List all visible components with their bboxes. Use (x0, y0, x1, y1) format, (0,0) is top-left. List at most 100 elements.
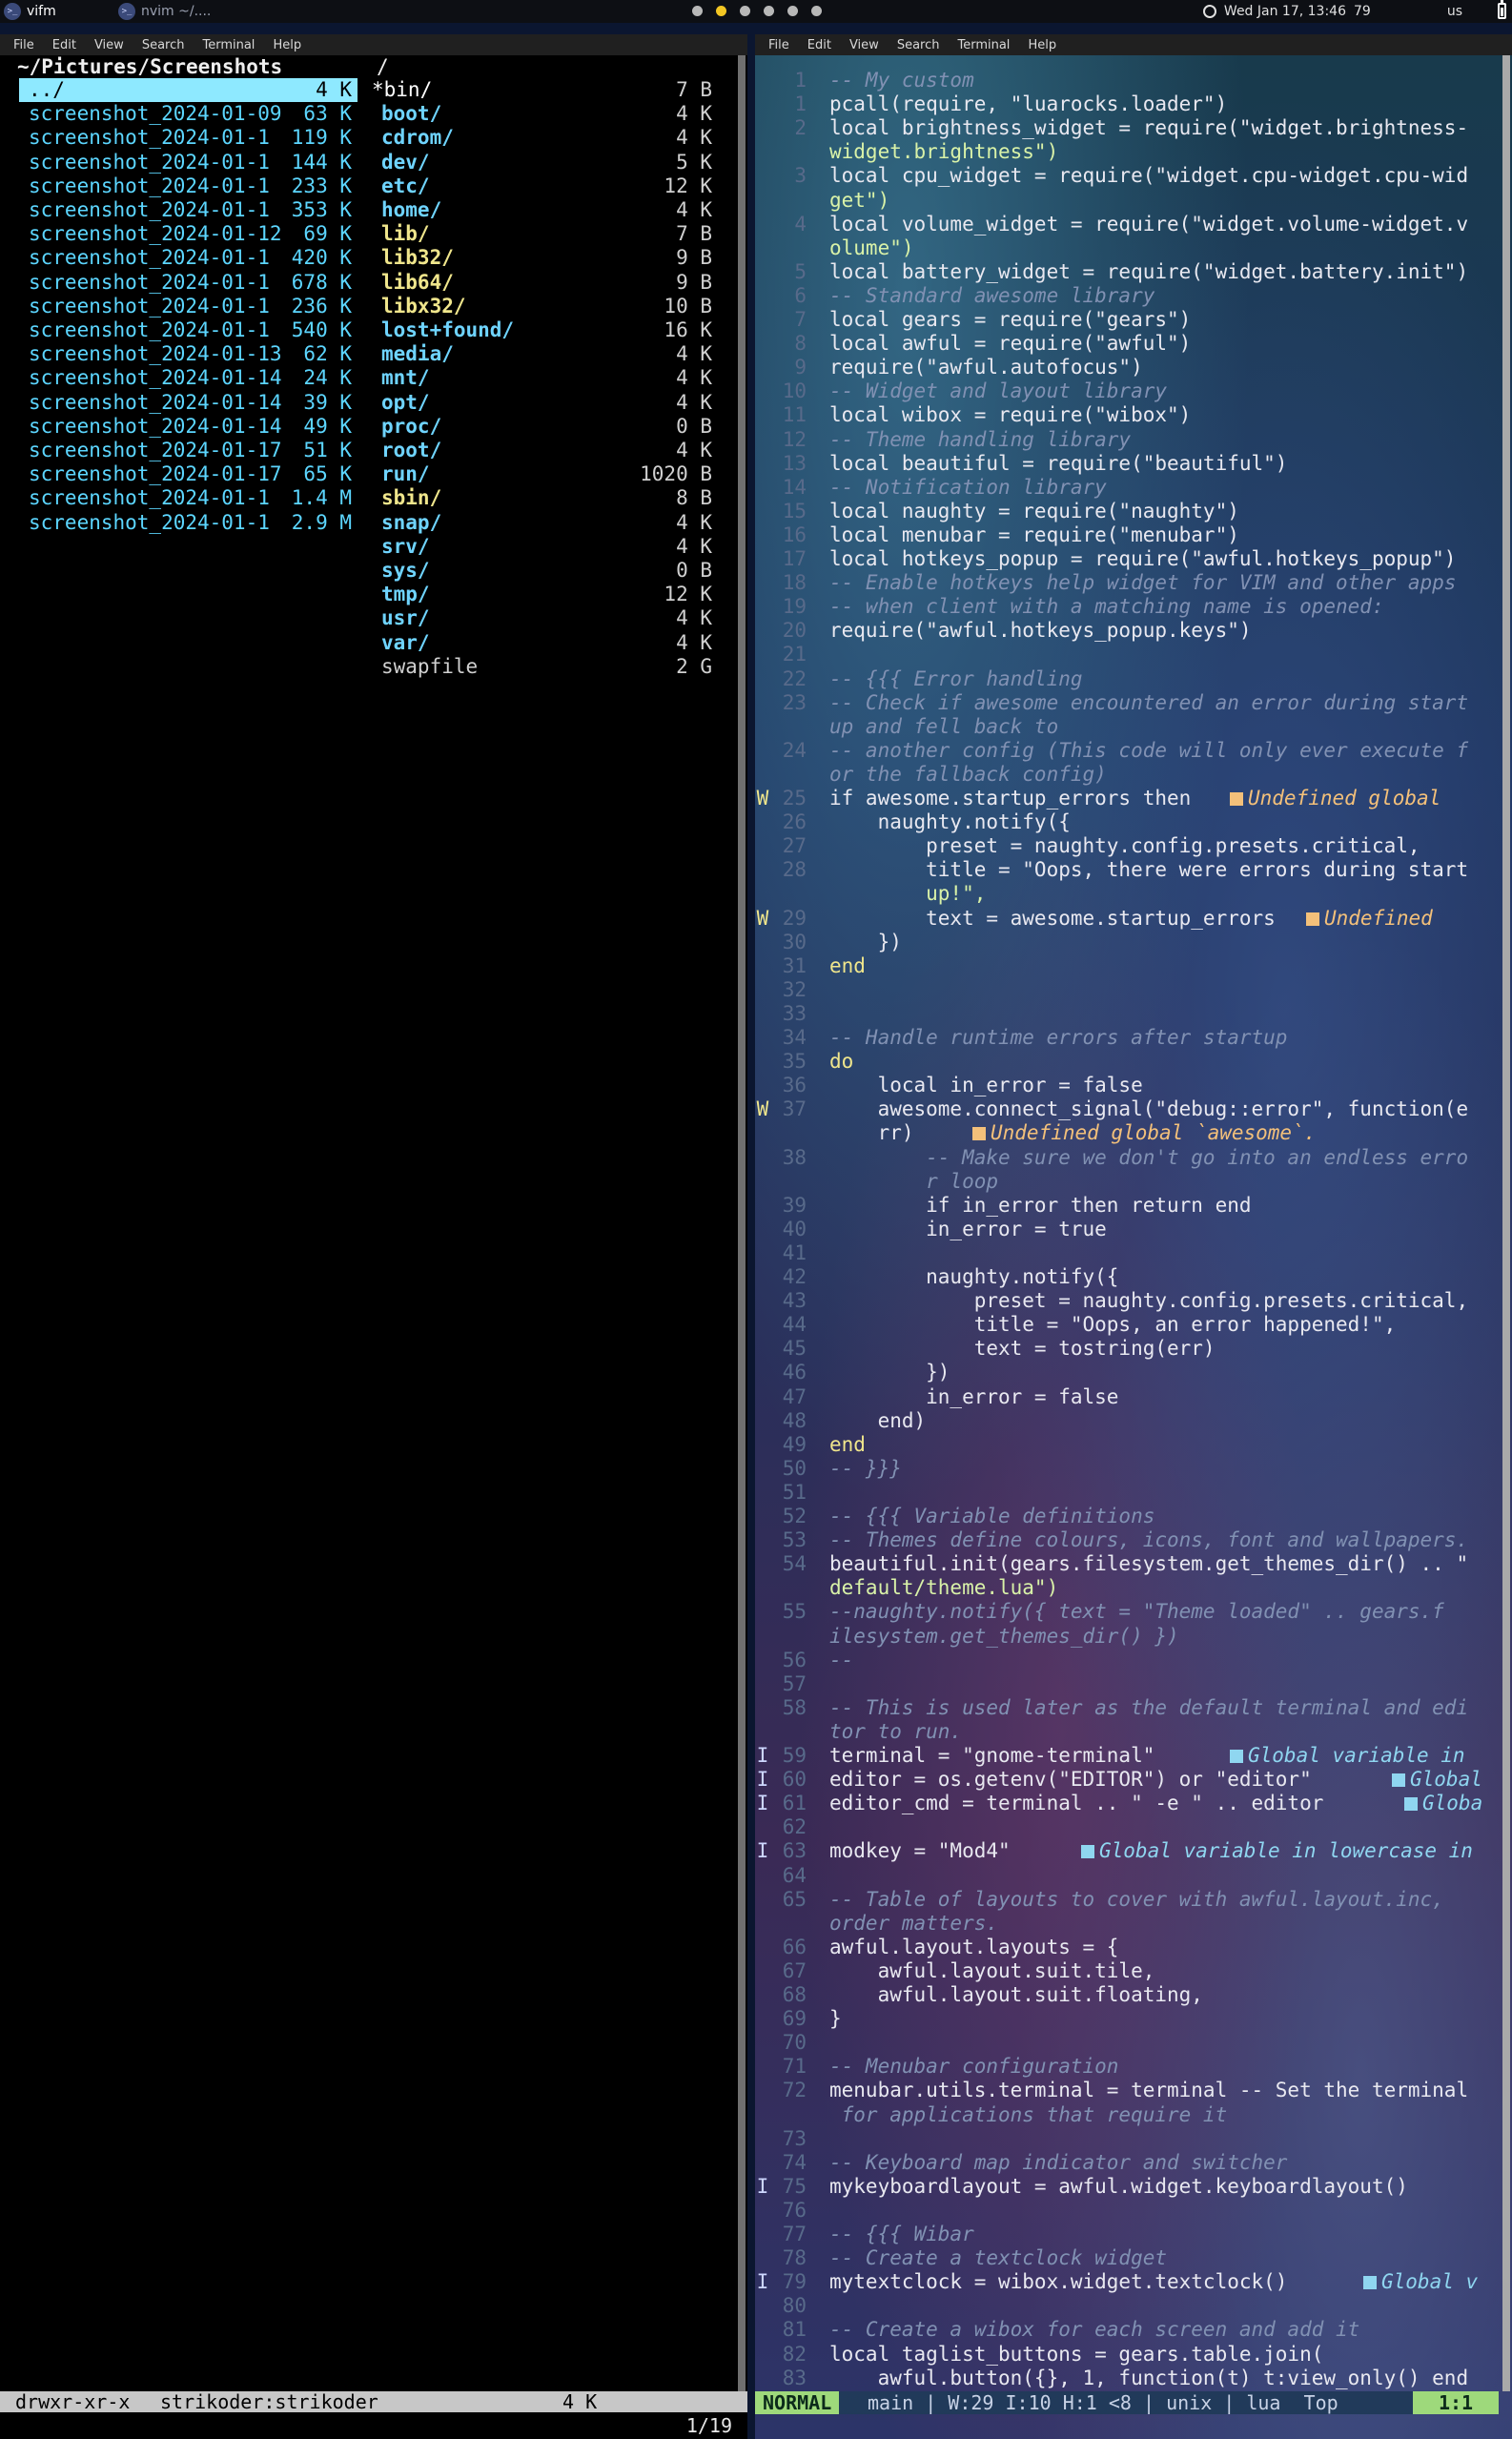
code-line[interactable]: 83 awful.button({}, 1, function(t) t:vie… (755, 2367, 1499, 2390)
code-line[interactable]: 31 end (755, 954, 1499, 978)
code-line[interactable]: 62 (755, 1815, 1499, 1839)
file-row[interactable]: screenshot_2024-01-1 2.9 M (19, 511, 358, 535)
file-row[interactable]: screenshot_2024-01-12 69 K (19, 222, 358, 246)
code-line[interactable]: 28 title = "Oops, there were errors duri… (755, 858, 1499, 882)
file-row[interactable]: screenshot_2024-01-1 540 K (19, 318, 358, 342)
code-line[interactable]: I 79 mytextclock = wibox.widget.textclock(… (755, 2270, 1499, 2294)
code-line[interactable]: I 75 mykeyboardlayout = awful.widget.keybo… (755, 2175, 1499, 2199)
file-row[interactable]: sbin/8 B (372, 486, 718, 510)
tag-5[interactable] (787, 6, 798, 16)
file-row[interactable]: var/4 K (372, 631, 718, 655)
code-line[interactable]: 33 (755, 1002, 1499, 1026)
code-line[interactable]: 1 -- My custom (755, 69, 1499, 92)
file-row[interactable]: screenshot_2024-01-14 24 K (19, 366, 358, 390)
code-line[interactable]: 2 local brightness_widget = require("widg… (755, 116, 1499, 140)
clock[interactable]: Wed Jan 17, 13:46 (1224, 4, 1346, 19)
file-row[interactable]: swapfile 2 G (372, 655, 718, 679)
code-line[interactable]: 32 (755, 978, 1499, 1002)
code-line[interactable]: 54 beautiful.init(gears.filesystem.get_th… (755, 1552, 1499, 1576)
code-line[interactable]: 10 -- Widget and layout library (755, 379, 1499, 403)
code-line[interactable]: 44 title = "Oops, an error happened!", (755, 1313, 1499, 1337)
menu-file[interactable]: File (768, 38, 789, 52)
code-line[interactable]: 56 -- (755, 1649, 1499, 1672)
taskbar-item-nvim[interactable]: >_ nvim ~/.... (118, 0, 211, 23)
file-row[interactable]: screenshot_2024-01-09 63 K (19, 102, 358, 126)
scrollbar[interactable] (1502, 55, 1510, 2391)
code-line[interactable]: widget.brightness") (755, 140, 1499, 164)
code-line[interactable]: I 63 modkey = "Mod4" Global variable in low… (755, 1839, 1499, 1863)
code-line[interactable]: 36 local in_error = false (755, 1074, 1499, 1097)
code-line[interactable]: 72 menubar.utils.terminal = terminal -- S… (755, 2079, 1499, 2102)
code-line[interactable]: 13 local beautiful = require("beautiful") (755, 452, 1499, 476)
file-row[interactable]: screenshot_2024-01-1 420 K (19, 246, 358, 270)
code-line[interactable]: 80 (755, 2294, 1499, 2318)
code-line[interactable]: 74 -- Keyboard map indicator and switcher (755, 2151, 1499, 2175)
code-line[interactable]: 57 (755, 1672, 1499, 1696)
code-line[interactable]: up!", (755, 882, 1499, 906)
code-line[interactable]: 78 -- Create a textclock widget (755, 2246, 1499, 2270)
menu-search[interactable]: Search (142, 38, 185, 52)
code-line[interactable]: W 25 if awesome.startup_errors then Undefin… (755, 787, 1499, 810)
file-row[interactable]: screenshot_2024-01-1 236 K (19, 295, 358, 318)
file-row[interactable]: ../ 4 K (19, 78, 358, 102)
menu-file[interactable]: File (13, 38, 34, 52)
code-line[interactable]: rr) Undefined global `awesome`. (755, 1121, 1499, 1145)
scrollbar[interactable] (738, 55, 746, 2391)
code-line[interactable]: 41 (755, 1241, 1499, 1265)
menu-help[interactable]: Help (273, 38, 301, 52)
file-row[interactable]: lib/7 B (372, 222, 718, 246)
file-row[interactable]: screenshot_2024-01-1 119 K (19, 126, 358, 150)
code-line[interactable]: 82 local taglist_buttons = gears.table.jo… (755, 2343, 1499, 2367)
code-line[interactable]: I 60 editor = os.getenv("EDITOR") or "edit… (755, 1768, 1499, 1792)
code-line[interactable]: 42 naughty.notify({ (755, 1265, 1499, 1289)
keyboard-layout[interactable]: us (1447, 4, 1462, 19)
code-line[interactable]: 19 -- when client with a matching name is… (755, 595, 1499, 619)
file-row[interactable]: libx32/10 B (372, 295, 718, 318)
menu-help[interactable]: Help (1028, 38, 1056, 52)
code-line[interactable]: I 61 editor_cmd = terminal .. " -e " .. ed… (755, 1792, 1499, 1815)
taskbar-item-vifm[interactable]: >_ vifm (4, 0, 56, 23)
code-line[interactable]: 11 local wibox = require("wibox") (755, 403, 1499, 427)
file-row[interactable]: cdrom/4 K (372, 126, 718, 150)
code-line[interactable]: 55 --naughty.notify({ text = "Theme loade… (755, 1600, 1499, 1624)
file-row[interactable]: screenshot_2024-01-17 51 K (19, 439, 358, 462)
code-line[interactable]: 45 text = tostring(err) (755, 1337, 1499, 1361)
file-row[interactable]: screenshot_2024-01-1 233 K (19, 174, 358, 198)
code-line[interactable]: 69} (755, 2007, 1499, 2031)
code-line[interactable]: 51 (755, 1481, 1499, 1505)
code-line[interactable]: 73 (755, 2127, 1499, 2151)
code-line[interactable]: 9 require("awful.autofocus") (755, 356, 1499, 379)
file-row[interactable]: home/4 K (372, 198, 718, 222)
tag-3[interactable] (740, 6, 750, 16)
file-row[interactable]: *bin/7 B (372, 78, 718, 102)
code-line[interactable]: 47 in_error = false (755, 1385, 1499, 1409)
file-row[interactable]: screenshot_2024-01-14 49 K (19, 415, 358, 439)
code-line[interactable]: 46 }) (755, 1361, 1499, 1384)
code-line[interactable]: 4 local volume_widget = require("widget.v… (755, 213, 1499, 236)
file-row[interactable]: screenshot_2024-01-1 353 K (19, 198, 358, 222)
code-line[interactable]: 34 -- Handle runtime errors after startup (755, 1026, 1499, 1050)
code-line[interactable]: 77 -- {{{ Wibar (755, 2223, 1499, 2246)
tag-6[interactable] (811, 6, 822, 16)
tag-4[interactable] (764, 6, 774, 16)
file-row[interactable]: snap/4 K (372, 511, 718, 535)
file-row[interactable]: etc/12 K (372, 174, 718, 198)
code-line[interactable]: or the fallback config) (755, 763, 1499, 787)
code-line[interactable]: 21 (755, 643, 1499, 666)
code-line[interactable]: r loop (755, 1170, 1499, 1194)
code-line[interactable]: 48 end) (755, 1409, 1499, 1433)
code-line[interactable]: 15 local naughty = require("naughty") (755, 500, 1499, 523)
code-line[interactable]: 30 }) (755, 931, 1499, 954)
code-line[interactable]: 70 (755, 2031, 1499, 2055)
code-line[interactable]: 76 (755, 2199, 1499, 2223)
file-row[interactable]: run/1020 B (372, 462, 718, 486)
file-row[interactable]: root/4 K (372, 439, 718, 462)
code-line[interactable]: 20 require("awful.hotkeys_popup.keys") (755, 619, 1499, 643)
file-row[interactable]: lib64/9 B (372, 271, 718, 295)
code-line[interactable]: 7 local gears = require("gears") (755, 308, 1499, 332)
menu-search[interactable]: Search (897, 38, 940, 52)
code-line[interactable]: get") (755, 189, 1499, 213)
file-row[interactable]: screenshot_2024-01-17 65 K (19, 462, 358, 486)
code-line[interactable]: 12 -- Theme handling library (755, 428, 1499, 452)
file-row[interactable]: opt/4 K (372, 391, 718, 415)
